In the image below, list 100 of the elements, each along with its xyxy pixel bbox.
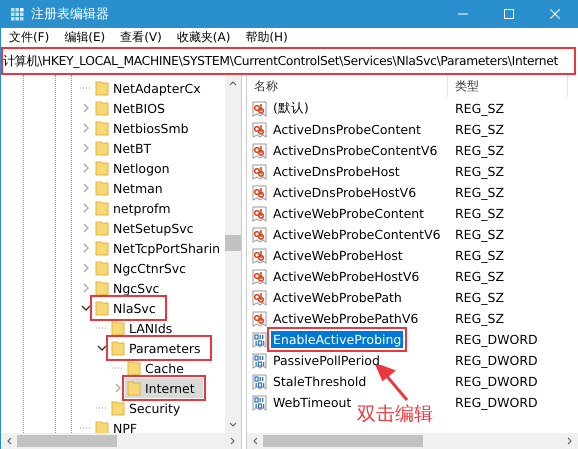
chevron-right-icon[interactable] xyxy=(81,103,91,113)
menu-item[interactable]: 查看(V) xyxy=(116,29,173,46)
horizontal-scrollbar[interactable] xyxy=(247,433,578,449)
chevron-right-icon[interactable] xyxy=(81,243,91,253)
tree-item[interactable]: Netman xyxy=(93,178,171,198)
string-value-icon xyxy=(252,226,268,242)
chevron-right-icon[interactable] xyxy=(81,283,91,293)
value-type: REG_SZ xyxy=(454,185,504,200)
string-value-icon xyxy=(252,268,268,284)
menu-item[interactable]: 编辑(E) xyxy=(60,29,116,46)
tree-item[interactable]: NetbiosSmb xyxy=(93,118,197,138)
string-value-icon xyxy=(252,248,268,264)
value-type: REG_SZ xyxy=(454,248,504,263)
tree-item[interactable]: NetBIOS xyxy=(93,98,173,118)
menu-item[interactable]: 文件(F) xyxy=(5,29,60,46)
vertical-scrollbar[interactable] xyxy=(225,75,241,433)
chevron-right-icon[interactable] xyxy=(113,383,123,393)
scroll-thumb[interactable] xyxy=(263,435,423,447)
value-type: REG_SZ xyxy=(454,311,504,326)
value-name[interactable]: ActiveWebProbeContent xyxy=(271,205,426,222)
chevron-right-icon[interactable] xyxy=(81,263,91,273)
value-name[interactable]: ActiveWebProbeHost xyxy=(271,247,405,264)
tree-item[interactable]: Cache xyxy=(125,358,192,378)
value-type: REG_DWORD xyxy=(454,374,538,389)
folder-icon xyxy=(111,400,125,416)
folder-icon xyxy=(95,120,109,136)
chevron-right-icon[interactable] xyxy=(81,123,91,133)
chevron-down-icon[interactable] xyxy=(81,303,91,313)
tree-item[interactable]: Parameters xyxy=(109,338,209,358)
tree-item[interactable]: Security xyxy=(109,398,188,418)
value-name[interactable]: ActiveDnsProbeHost xyxy=(271,163,402,180)
binary-value-icon xyxy=(252,374,268,390)
value-type: REG_SZ xyxy=(454,269,504,284)
tree-item[interactable]: LANIds xyxy=(109,318,180,338)
value-type: REG_SZ xyxy=(454,164,504,179)
value-type: REG_DWORD xyxy=(454,395,538,410)
folder-icon xyxy=(111,340,125,356)
folder-icon xyxy=(95,300,109,316)
string-value-icon xyxy=(252,122,268,138)
folder-icon xyxy=(95,140,109,156)
chevron-down-icon[interactable] xyxy=(97,343,107,353)
tree-item[interactable]: NgcSvc xyxy=(93,278,168,298)
folder-icon xyxy=(95,100,109,116)
folder-icon xyxy=(127,380,141,396)
value-name[interactable]: EnableActiveProbing xyxy=(271,331,404,348)
value-name[interactable]: StaleThreshold xyxy=(271,373,368,390)
folder-icon xyxy=(95,200,109,216)
value-name[interactable]: PassivePollPeriod xyxy=(271,352,382,369)
tree-item[interactable]: Netlogon xyxy=(93,158,178,178)
string-value-icon xyxy=(252,310,268,326)
binary-value-icon xyxy=(252,332,268,348)
close-icon xyxy=(550,9,560,19)
value-name[interactable]: ActiveDnsProbeHostV6 xyxy=(271,184,418,201)
chevron-right-icon[interactable] xyxy=(81,223,91,233)
value-type: REG_SZ xyxy=(454,290,504,305)
chevron-right-icon[interactable] xyxy=(81,163,91,173)
chevron-right-icon[interactable] xyxy=(81,143,91,153)
value-name[interactable]: ActiveWebProbePath xyxy=(271,289,404,306)
tree-item[interactable]: NetTcpPortSharin xyxy=(93,238,225,258)
column-header[interactable]: 类型 xyxy=(448,75,568,97)
string-value-icon xyxy=(252,290,268,306)
value-name[interactable]: ActiveWebProbePathV6 xyxy=(271,310,420,327)
value-type: REG_DWORD xyxy=(454,332,538,347)
folder-icon xyxy=(95,260,109,276)
value-name[interactable]: ActiveWebProbeHostV6 xyxy=(271,268,422,285)
horizontal-scrollbar[interactable] xyxy=(1,433,241,449)
folder-icon xyxy=(95,160,109,176)
binary-value-icon xyxy=(252,352,268,368)
tree-item[interactable]: NetAdapterCx xyxy=(93,78,209,98)
tree-item[interactable]: NlaSvc xyxy=(93,298,164,318)
value-type: REG_SZ xyxy=(454,143,504,158)
chevron-right-icon[interactable] xyxy=(81,203,91,213)
value-type: REG_SZ xyxy=(454,122,504,137)
column-header[interactable]: 名称 xyxy=(247,75,448,97)
scroll-thumb[interactable] xyxy=(225,235,241,251)
tree-item[interactable]: NPF xyxy=(93,418,146,433)
folder-icon xyxy=(127,360,141,376)
string-value-icon xyxy=(252,100,268,116)
tree-item[interactable]: NgcCtnrSvc xyxy=(93,258,194,278)
folder-icon xyxy=(111,320,125,336)
address-bar[interactable]: 计算机\HKEY_LOCAL_MACHINE\SYSTEM\CurrentControlSet\Services\NlaSvc\Parameters\Internet xyxy=(1,47,576,75)
menu-item[interactable]: 收藏夹(A) xyxy=(172,29,242,46)
string-value-icon xyxy=(252,142,268,158)
annotation-text: 双击编辑 xyxy=(357,402,433,427)
binary-value-icon xyxy=(252,394,268,410)
value-name[interactable]: (默认) xyxy=(271,99,311,118)
string-value-icon xyxy=(252,164,268,180)
value-name[interactable]: ActiveDnsProbeContent xyxy=(271,121,423,138)
tree-item[interactable]: Internet xyxy=(125,378,203,398)
value-name[interactable]: WebTimeout xyxy=(271,394,354,411)
chevron-right-icon[interactable] xyxy=(81,183,91,193)
tree-item[interactable]: NetBT xyxy=(93,138,160,158)
tree-item[interactable]: netprofm xyxy=(93,198,179,218)
tree-item[interactable]: NetSetupSvc xyxy=(93,218,202,238)
scroll-thumb[interactable] xyxy=(17,435,117,447)
folder-icon xyxy=(95,80,109,96)
value-name[interactable]: ActiveWebProbeContentV6 xyxy=(271,226,443,243)
menu-item[interactable]: 帮助(H) xyxy=(241,29,299,46)
folder-icon xyxy=(95,220,109,236)
value-name[interactable]: ActiveDnsProbeContentV6 xyxy=(271,142,440,159)
